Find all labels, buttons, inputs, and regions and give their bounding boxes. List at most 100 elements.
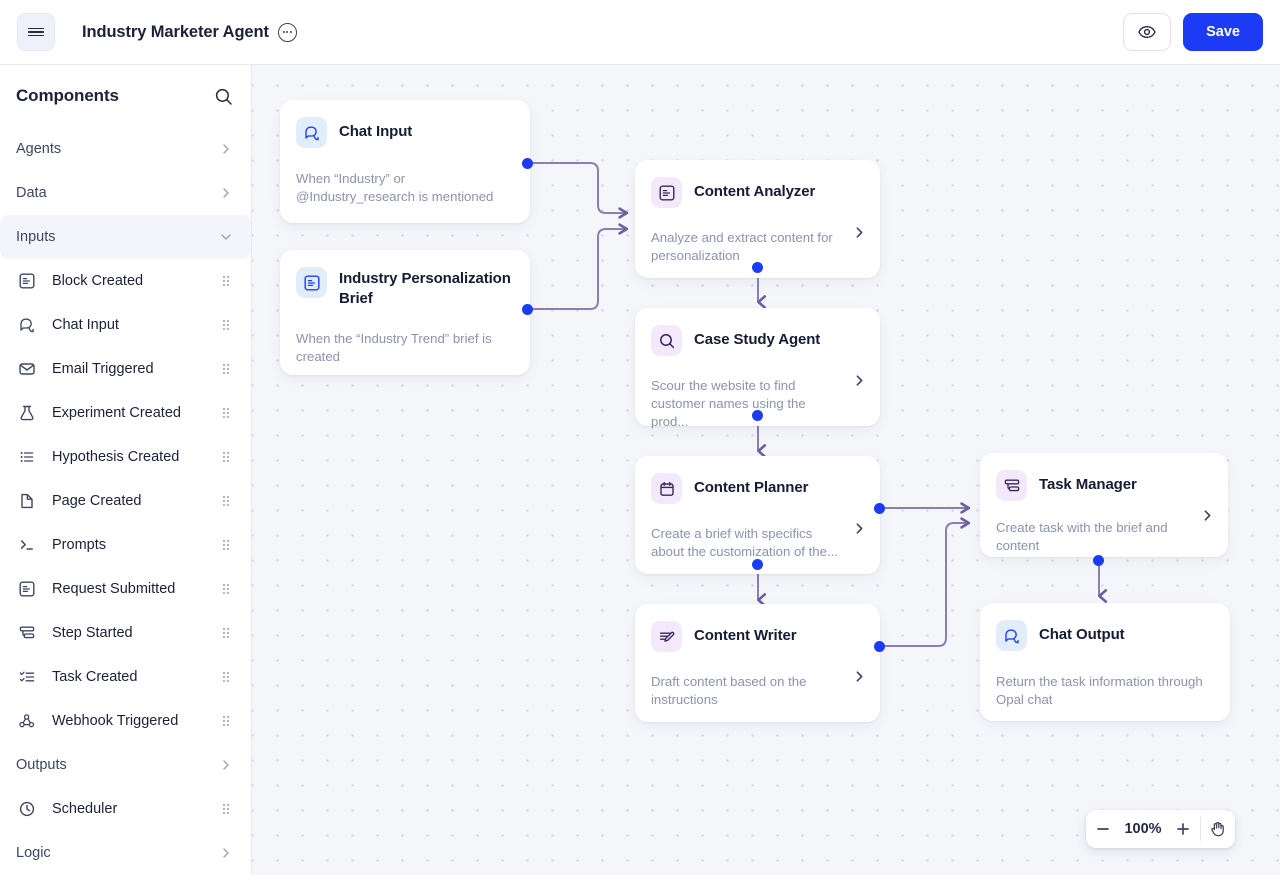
port-case-study-output[interactable] — [752, 410, 763, 421]
port-content-analyzer-output[interactable] — [752, 262, 763, 273]
sidebar-item-label: Webhook Triggered — [52, 713, 179, 729]
drag-handle-icon[interactable] — [219, 538, 233, 552]
node-title: Case Study Agent — [694, 331, 821, 348]
sidebar-item-scheduler[interactable]: Scheduler — [0, 787, 251, 831]
node-header: Content Analyzer — [635, 160, 880, 208]
sidebar-item-label: Experiment Created — [52, 405, 181, 421]
sidebar-item-request-submitted[interactable]: Request Submitted — [0, 567, 251, 611]
components-sidebar: Components Agents Data Inputs Block Crea… — [0, 65, 252, 875]
node-content-writer[interactable]: Content Writer Draft content based on th… — [635, 604, 880, 722]
sidebar-group-inputs[interactable]: Inputs — [0, 215, 251, 259]
ellipsis-circle-icon[interactable] — [277, 22, 297, 42]
sidebar-item-hypothesis-created[interactable]: Hypothesis Created — [0, 435, 251, 479]
edge-brief-to-content-analyzer — [528, 223, 629, 310]
document-lines-icon — [651, 177, 682, 208]
port-task-manager-output[interactable] — [1093, 555, 1104, 566]
expand-node-icon[interactable] — [852, 669, 867, 684]
sidebar-item-page-created[interactable]: Page Created — [0, 479, 251, 523]
node-description: Create task with the brief and content — [996, 520, 1168, 553]
zoom-out-button[interactable] — [1086, 810, 1120, 848]
save-button[interactable]: Save — [1183, 13, 1263, 51]
sidebar-group-agents[interactable]: Agents — [0, 127, 251, 171]
sidebar-item-label: Task Created — [52, 669, 138, 685]
webhook-icon — [16, 712, 38, 730]
zoom-in-button[interactable] — [1166, 810, 1200, 848]
expand-node-icon[interactable] — [852, 521, 867, 536]
chevron-right-icon — [219, 142, 233, 156]
port-brief-output[interactable] — [522, 304, 533, 315]
document-lines-icon — [16, 580, 38, 598]
drag-handle-icon[interactable] — [219, 450, 233, 464]
hamburger-icon[interactable] — [17, 13, 55, 51]
sidebar-item-task-created[interactable]: Task Created — [0, 655, 251, 699]
node-description: Return the task information through Opal… — [996, 674, 1203, 707]
drag-handle-icon[interactable] — [219, 406, 233, 420]
chevron-right-icon — [219, 186, 233, 200]
sidebar-item-label: Scheduler — [52, 801, 118, 817]
sidebar-group-label: Data — [16, 185, 47, 201]
sidebar-item-label: Block Created — [52, 273, 144, 289]
expand-node-icon[interactable] — [852, 225, 867, 240]
sidebar-item-webhook-triggered[interactable]: Webhook Triggered — [0, 699, 251, 743]
zoom-level: 100% — [1124, 821, 1162, 837]
step-icon — [16, 624, 38, 642]
sidebar-group-label: Outputs — [16, 757, 67, 773]
chat-bubbles-icon — [996, 620, 1027, 651]
drag-handle-icon[interactable] — [219, 714, 233, 728]
sidebar-item-label: Chat Input — [52, 317, 119, 333]
drag-handle-icon[interactable] — [219, 318, 233, 332]
drag-handle-icon[interactable] — [219, 494, 233, 508]
node-industry-personalization-brief[interactable]: Industry Personalization Brief When the … — [280, 250, 530, 375]
step-icon — [996, 470, 1027, 501]
node-header: Industry Personalization Brief — [280, 250, 530, 309]
chevron-right-icon — [219, 846, 233, 860]
sidebar-item-label: Step Started — [52, 625, 133, 641]
expand-node-icon[interactable] — [852, 373, 867, 388]
node-header: Content Writer — [635, 604, 880, 652]
chevron-right-icon — [219, 758, 233, 772]
sidebar-item-prompts[interactable]: Prompts — [0, 523, 251, 567]
sidebar-item-step-started[interactable]: Step Started — [0, 611, 251, 655]
port-chat-input-output[interactable] — [522, 158, 533, 169]
drag-handle-icon[interactable] — [219, 626, 233, 640]
node-content-analyzer[interactable]: Content Analyzer Analyze and extract con… — [635, 160, 880, 278]
top-bar-actions: Save — [1123, 13, 1263, 51]
drag-handle-icon[interactable] — [219, 670, 233, 684]
calendar-icon — [651, 473, 682, 504]
drag-handle-icon[interactable] — [219, 274, 233, 288]
sidebar-group-logic[interactable]: Logic — [0, 831, 251, 875]
pan-tool-button[interactable] — [1201, 810, 1235, 848]
node-description: Scour the website to find customer names… — [651, 378, 806, 429]
sidebar-item-block-created[interactable]: Block Created — [0, 259, 251, 303]
node-description: When the “Industry Trend” brief is creat… — [296, 331, 492, 364]
node-title: Chat Output — [1039, 626, 1125, 643]
chat-bubbles-icon — [16, 316, 38, 334]
workflow-canvas[interactable]: Chat Input When “Industry” or @Industry_… — [252, 65, 1280, 875]
node-chat-input[interactable]: Chat Input When “Industry” or @Industry_… — [280, 100, 530, 223]
pencil-document-icon — [651, 621, 682, 652]
drag-handle-icon[interactable] — [219, 582, 233, 596]
document-lines-icon — [296, 267, 327, 298]
sidebar-item-experiment-created[interactable]: Experiment Created — [0, 391, 251, 435]
node-title: Content Analyzer — [694, 183, 816, 200]
sidebar-group-data[interactable]: Data — [0, 171, 251, 215]
sidebar-group-outputs[interactable]: Outputs — [0, 743, 251, 787]
node-content-planner[interactable]: Content Planner Create a brief with spec… — [635, 456, 880, 574]
expand-node-icon[interactable] — [1200, 508, 1215, 523]
port-content-planner-right[interactable] — [874, 503, 885, 514]
port-content-writer-right[interactable] — [874, 641, 885, 652]
node-chat-output[interactable]: Chat Output Return the task information … — [980, 603, 1230, 721]
node-case-study-agent[interactable]: Case Study Agent Scour the website to fi… — [635, 308, 880, 429]
node-title: Task Manager — [1039, 476, 1137, 493]
sidebar-header: Components — [0, 65, 251, 127]
chat-bubbles-icon — [296, 117, 327, 148]
sidebar-item-email-triggered[interactable]: Email Triggered — [0, 347, 251, 391]
search-icon[interactable] — [214, 87, 233, 106]
node-task-manager[interactable]: Task Manager Create task with the brief … — [980, 453, 1228, 557]
sidebar-item-chat-input[interactable]: Chat Input — [0, 303, 251, 347]
preview-button[interactable] — [1123, 13, 1172, 51]
drag-handle-icon[interactable] — [219, 362, 233, 376]
envelope-icon — [16, 360, 38, 378]
drag-handle-icon[interactable] — [219, 802, 233, 816]
port-content-planner-output[interactable] — [752, 559, 763, 570]
